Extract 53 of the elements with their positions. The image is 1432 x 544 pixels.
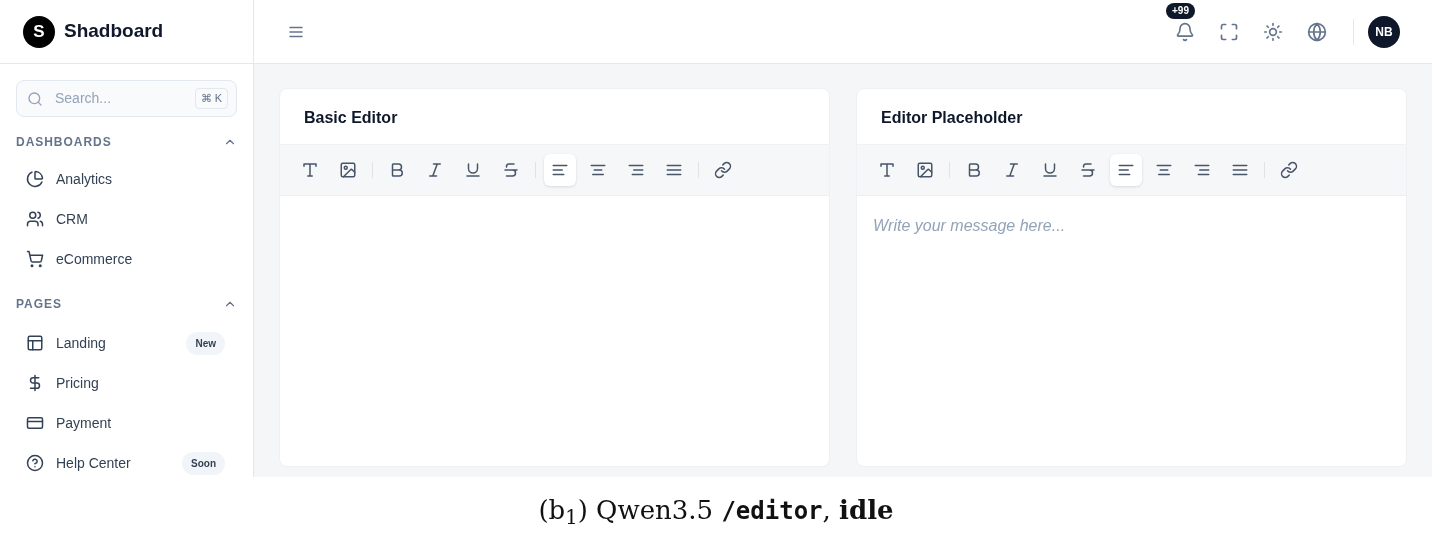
sidebar-label: Landing [56, 333, 106, 353]
avatar[interactable]: NB [1368, 15, 1400, 48]
link-icon [1280, 161, 1298, 179]
sidebar-label: CRM [56, 209, 88, 229]
search-icon [27, 90, 43, 107]
text-icon [878, 161, 896, 179]
link-icon [714, 161, 732, 179]
brand-name[interactable]: Shadboard [64, 17, 164, 46]
card-title: Basic Editor [303, 108, 399, 128]
sidebar-item[interactable]: Landing New [0, 323, 253, 363]
sidebar-item[interactable]: eCommerce [0, 239, 253, 279]
sidebar-label: eCommerce [56, 249, 133, 269]
underline-icon [1041, 161, 1059, 179]
sidebar-label: Analytics [56, 169, 113, 189]
sidebar-label: Help Center [56, 453, 131, 473]
fullscreen-icon[interactable] [1219, 21, 1239, 42]
underline-icon [464, 161, 482, 179]
users-icon [26, 210, 44, 228]
card-title: Editor Placeholder [880, 108, 1024, 128]
sidebar-label: Payment [56, 413, 112, 433]
sidebar-item[interactable]: Payment [0, 403, 253, 443]
toolbar-button[interactable] [1110, 154, 1142, 186]
globe-icon[interactable] [1307, 21, 1327, 42]
sun-icon[interactable] [1263, 21, 1283, 42]
section-title: PAGES [16, 296, 62, 313]
sidebar-badge: Soon [182, 451, 225, 475]
cart-icon [26, 250, 44, 268]
italic-icon [426, 161, 444, 179]
search-input[interactable]: Search... [53, 87, 185, 110]
notification-badge: +99 [1166, 2, 1195, 19]
sidebar-item[interactable]: Pricing [0, 363, 253, 403]
sidebar-badge: New [186, 331, 225, 355]
image-icon [916, 161, 934, 179]
chart-pie-icon [26, 170, 44, 188]
shortcut-key: ⌘ K [194, 88, 228, 109]
sidebar-item[interactable]: Help Center Soon [0, 443, 253, 483]
sidebar-item[interactable]: CRM [0, 199, 253, 239]
image-icon [339, 161, 357, 179]
italic-icon [1003, 161, 1021, 179]
sidebar-label: Pricing [56, 373, 99, 393]
logo[interactable]: S [23, 15, 55, 48]
figure-caption: (b$_{1}$) Qwen3.5 /editor, idle [538, 494, 894, 530]
toolbar-button[interactable] [544, 154, 576, 186]
credit-card-icon [26, 414, 44, 432]
search-box[interactable]: Search... ⌘ K [16, 80, 237, 117]
sidebar-item[interactable]: Analytics [0, 159, 253, 199]
strikethrough-icon [1079, 161, 1097, 179]
strikethrough-icon [502, 161, 520, 179]
layout-icon [26, 334, 44, 352]
bell-icon[interactable] [1175, 21, 1195, 42]
help-icon [26, 454, 44, 472]
text-icon [301, 161, 319, 179]
section-title: DASHBOARDS [16, 134, 112, 151]
